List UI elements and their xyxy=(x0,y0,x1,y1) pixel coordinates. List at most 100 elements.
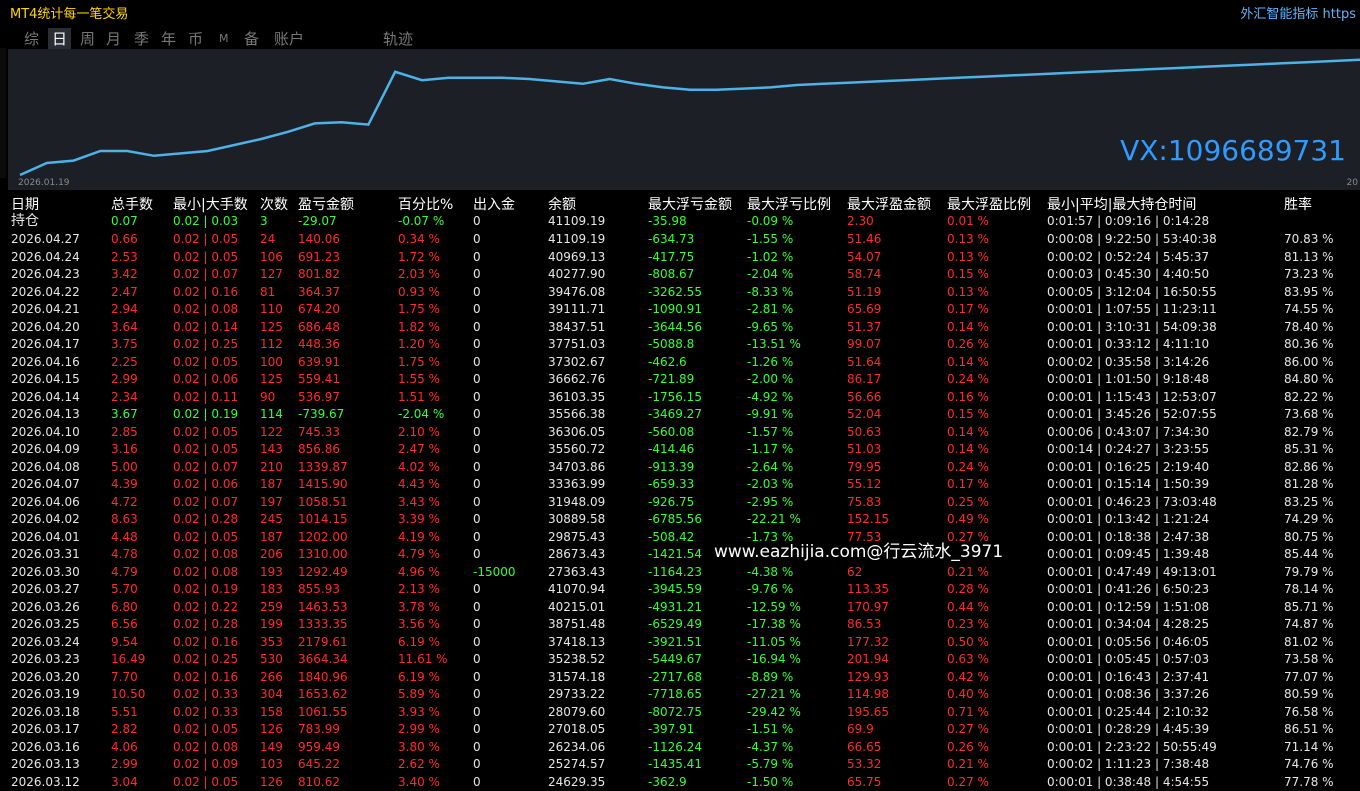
col-header-2[interactable]: 最小|大手数 xyxy=(173,194,248,214)
table-row[interactable]: 2026.04.173.750.02 | 0.25112448.361.20 %… xyxy=(0,336,1360,354)
table-row[interactable]: 2026.04.142.340.02 | 0.1190536.971.51 %0… xyxy=(0,389,1360,407)
title-bar: MT4统计每一笔交易 外汇智能指标 https xyxy=(0,0,1360,24)
cell-count: 530 xyxy=(260,651,283,668)
col-header-11[interactable]: 最大浮盈比例 xyxy=(947,194,1031,214)
cell-count: 100 xyxy=(260,354,283,371)
col-header-7[interactable]: 余额 xyxy=(548,194,576,214)
tab-9[interactable]: 账户 xyxy=(274,28,304,49)
cell-winrate: 80.59 % xyxy=(1284,686,1334,703)
table-row[interactable]: 2026.03.123.040.02 | 0.05126810.623.40 %… xyxy=(0,774,1360,791)
cell-pct: 1.55 % xyxy=(398,371,440,388)
tab-2[interactable]: 周 xyxy=(80,28,95,49)
table-row[interactable]: 2026.04.074.390.02 | 0.061871415.904.43 … xyxy=(0,476,1360,494)
col-header-5[interactable]: 百分比% xyxy=(398,194,453,214)
table-row[interactable]: 2026.04.093.160.02 | 0.05143856.862.47 %… xyxy=(0,441,1360,459)
cell-max_loss: -414.46 xyxy=(648,441,694,458)
table-row[interactable]: 2026.03.132.990.02 | 0.09103645.222.62 %… xyxy=(0,756,1360,774)
col-header-12[interactable]: 最小|平均|最大持仓时间 xyxy=(1047,194,1196,214)
cell-time: 0:00:01 | 0:18:38 | 2:47:38 xyxy=(1047,529,1209,546)
cell-pnl: 855.93 xyxy=(298,581,340,598)
table-row[interactable]: 2026.03.249.540.02 | 0.163532179.616.19 … xyxy=(0,634,1360,652)
cell-pnl: 1415.90 xyxy=(298,476,348,493)
cell-io: 0 xyxy=(473,424,481,441)
cell-winrate: 73.68 % xyxy=(1284,406,1334,423)
table-row[interactable]: 2026.04.133.670.02 | 0.19114-739.67-2.04… xyxy=(0,406,1360,424)
cell-lots: 2.94 xyxy=(111,301,138,318)
table-row[interactable]: 2026.03.304.790.02 | 0.081931292.494.96 … xyxy=(0,564,1360,582)
table-row[interactable]: 2026.04.028.630.02 | 0.282451014.153.39 … xyxy=(0,511,1360,529)
table-row[interactable]: 2026.03.2316.490.02 | 0.255303664.3411.6… xyxy=(0,651,1360,669)
table-row[interactable]: 2026.04.064.720.02 | 0.071971058.513.43 … xyxy=(0,494,1360,512)
cell-max_loss_pct: -1.50 % xyxy=(747,774,793,791)
col-header-3[interactable]: 次数 xyxy=(260,194,288,214)
tab-6[interactable]: 币 xyxy=(188,28,203,49)
col-header-13[interactable]: 胜率 xyxy=(1284,194,1312,214)
table-row[interactable]: 2026.04.203.640.02 | 0.14125686.481.82 %… xyxy=(0,319,1360,337)
cell-pct: 4.19 % xyxy=(398,529,440,546)
col-header-1[interactable]: 总手数 xyxy=(111,194,153,214)
col-header-0[interactable]: 日期 xyxy=(11,194,39,214)
table-row[interactable]: 2026.03.207.700.02 | 0.162661840.966.19 … xyxy=(0,669,1360,687)
table-row[interactable]: 2026.04.085.000.02 | 0.072101339.874.02 … xyxy=(0,459,1360,477)
chart-start-date: 2026.01.19 xyxy=(18,178,70,188)
cell-minmax: 0.02 | 0.22 xyxy=(173,599,238,616)
tab-5[interactable]: 年 xyxy=(161,28,176,49)
tab-10[interactable]: 轨迹 xyxy=(383,28,413,49)
cell-max_loss_pct: -9.65 % xyxy=(747,319,793,336)
table-row[interactable]: 2026.04.102.850.02 | 0.05122745.332.10 %… xyxy=(0,424,1360,442)
cell-winrate: 81.02 % xyxy=(1284,634,1334,651)
cell-time: 0:00:01 | 3:45:26 | 52:07:55 xyxy=(1047,406,1217,423)
table-row[interactable]: 2026.04.014.480.02 | 0.051871202.004.19 … xyxy=(0,529,1360,547)
table-row[interactable]: 2026.04.270.660.02 | 0.0524140.060.34 %0… xyxy=(0,231,1360,249)
col-header-9[interactable]: 最大浮亏比例 xyxy=(747,194,831,214)
table-row[interactable]: 2026.03.275.700.02 | 0.19183855.932.13 %… xyxy=(0,581,1360,599)
cell-date: 2026.03.25 xyxy=(11,616,80,633)
cell-count: 125 xyxy=(260,319,283,336)
cell-max_loss_pct: -2.03 % xyxy=(747,476,793,493)
tab-4[interactable]: 季 xyxy=(134,28,149,49)
cell-pct: 1.72 % xyxy=(398,249,440,266)
cell-max_profit_pct: 0.40 % xyxy=(947,686,989,703)
cell-io: 0 xyxy=(473,756,481,773)
col-header-6[interactable]: 出入金 xyxy=(473,194,515,214)
holding-row[interactable]: 持仓0.070.02 | 0.033-29.07-0.07 %041109.19… xyxy=(0,213,1360,231)
cell-max_profit: 177.32 xyxy=(847,634,889,651)
cell-minmax: 0.02 | 0.16 xyxy=(173,669,238,686)
tab-3[interactable]: 月 xyxy=(106,28,121,49)
table-row[interactable]: 2026.04.222.470.02 | 0.1681364.370.93 %0… xyxy=(0,284,1360,302)
table-row[interactable]: 2026.04.212.940.02 | 0.08110674.201.75 %… xyxy=(0,301,1360,319)
table-row[interactable]: 2026.03.172.820.02 | 0.05126783.992.99 %… xyxy=(0,721,1360,739)
cell-max_profit: 65.75 xyxy=(847,774,881,791)
cell-max_loss_pct: -17.38 % xyxy=(747,616,801,633)
cell-max_profit_pct: 0.27 % xyxy=(947,721,989,738)
table-row[interactable]: 2026.03.164.060.02 | 0.08149959.493.80 %… xyxy=(0,739,1360,757)
cell-date: 2026.04.01 xyxy=(11,529,80,546)
table-row[interactable]: 2026.04.233.420.02 | 0.07127801.822.03 %… xyxy=(0,266,1360,284)
cell-pct: 2.62 % xyxy=(398,756,440,773)
tab-1[interactable]: 日 xyxy=(48,28,71,49)
cell-pnl: 1333.35 xyxy=(298,616,348,633)
table-row[interactable]: 2026.03.314.780.02 | 0.082061310.004.79 … xyxy=(0,546,1360,564)
cell-pnl: -739.67 xyxy=(298,406,344,423)
tab-8[interactable]: 备 xyxy=(244,28,259,49)
cell-pnl: 1840.96 xyxy=(298,669,348,686)
cell-pct: 4.96 % xyxy=(398,564,440,581)
table-row[interactable]: 2026.03.256.560.02 | 0.281991333.353.56 … xyxy=(0,616,1360,634)
table-row[interactable]: 2026.03.1910.500.02 | 0.333041653.625.89… xyxy=(0,686,1360,704)
cell-pct: 4.43 % xyxy=(398,476,440,493)
table-row[interactable]: 2026.04.162.250.02 | 0.05100639.911.75 %… xyxy=(0,354,1360,372)
cell-pnl: 1014.15 xyxy=(298,511,348,528)
cell-pnl: 745.33 xyxy=(298,424,340,441)
cell-balance: 41109.19 xyxy=(548,231,605,248)
col-header-8[interactable]: 最大浮亏金额 xyxy=(648,194,732,214)
table-row[interactable]: 2026.03.185.510.02 | 0.331581061.553.93 … xyxy=(0,704,1360,722)
tab-7[interactable]: M xyxy=(219,32,229,45)
cell-max_loss_pct: -8.33 % xyxy=(747,284,793,301)
tab-0[interactable]: 综 xyxy=(24,28,39,49)
col-header-4[interactable]: 盈亏金额 xyxy=(298,194,354,214)
table-row[interactable]: 2026.03.266.800.02 | 0.222591463.533.78 … xyxy=(0,599,1360,617)
brand-link[interactable]: 外汇智能指标 https xyxy=(1240,3,1356,22)
table-row[interactable]: 2026.04.152.990.02 | 0.06125559.411.55 %… xyxy=(0,371,1360,389)
table-row[interactable]: 2026.04.242.530.02 | 0.05106691.231.72 %… xyxy=(0,249,1360,267)
col-header-10[interactable]: 最大浮盈金额 xyxy=(847,194,931,214)
